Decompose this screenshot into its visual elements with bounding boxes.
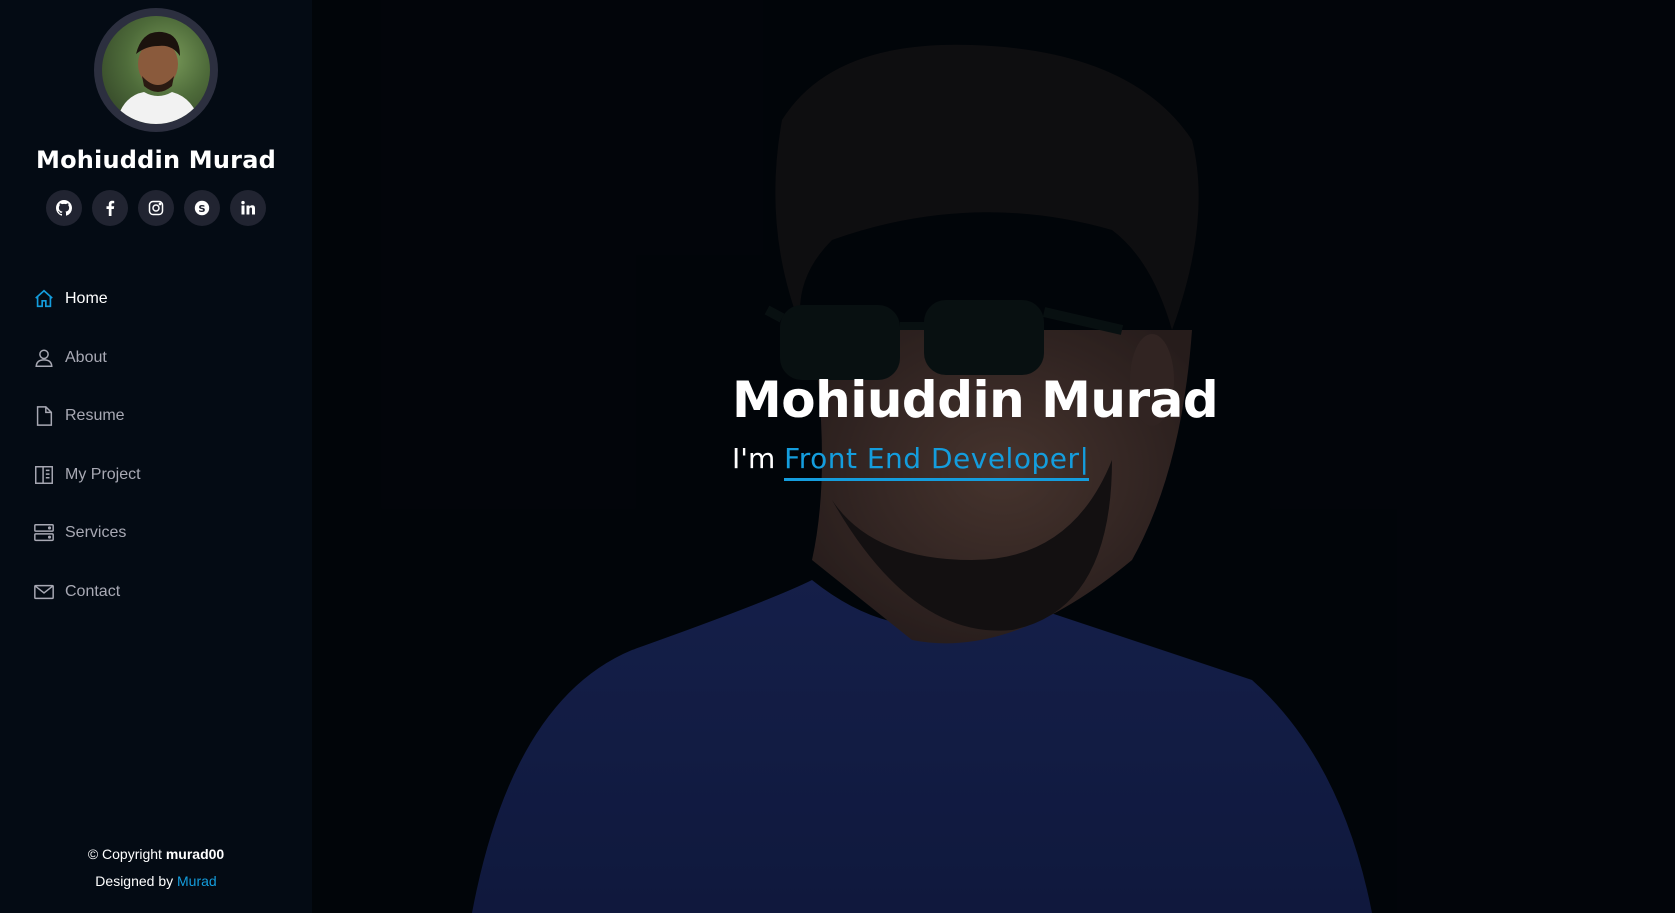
hero-content: Mohiuddin Murad I'm Front End Developer| xyxy=(732,368,1219,481)
nav-item-my-project[interactable]: My Project xyxy=(32,446,312,505)
hero-title: Mohiuddin Murad xyxy=(732,371,1219,429)
github-link[interactable] xyxy=(46,190,82,226)
main-nav: Home About Resume My Project Services Co… xyxy=(0,270,312,621)
facebook-icon xyxy=(106,200,115,216)
file-icon xyxy=(32,404,56,428)
facebook-link[interactable] xyxy=(92,190,128,226)
sidebar-footer: © Copyright murad00 Designed by Murad xyxy=(0,841,312,895)
book-icon xyxy=(32,463,56,487)
linkedin-link[interactable] xyxy=(230,190,266,226)
profile-name: Mohiuddin Murad xyxy=(36,146,276,174)
hero-section: Mohiuddin Murad I'm Front End Developer| xyxy=(312,0,1675,913)
skype-icon: S xyxy=(194,200,210,216)
nav-label-resume: Resume xyxy=(65,407,125,425)
linkedin-icon xyxy=(241,200,255,215)
home-icon xyxy=(32,287,56,311)
nav-label-my-project: My Project xyxy=(65,465,141,483)
instagram-link[interactable] xyxy=(138,190,174,226)
hero-sub-prefix: I'm xyxy=(732,442,785,475)
sidebar: Mohiuddin Murad S Home About Resume My P… xyxy=(0,0,312,913)
svg-text:S: S xyxy=(198,204,205,215)
nav-item-about[interactable]: About xyxy=(32,329,312,388)
instagram-icon xyxy=(148,200,164,216)
profile-avatar xyxy=(94,8,218,132)
envelope-icon xyxy=(32,580,56,604)
nav-label-home: Home xyxy=(65,290,108,308)
credits: Designed by Murad xyxy=(0,868,312,895)
copyright: © Copyright murad00 xyxy=(0,841,312,868)
person-icon xyxy=(32,346,56,370)
nav-item-home[interactable]: Home xyxy=(32,270,312,329)
designed-prefix: Designed by xyxy=(95,873,178,889)
nav-label-about: About xyxy=(65,348,107,366)
server-icon xyxy=(32,521,56,545)
typed-role: Front End Developer| xyxy=(784,442,1090,481)
nav-label-contact: Contact xyxy=(65,582,121,600)
nav-item-resume[interactable]: Resume xyxy=(32,387,312,446)
designer-link[interactable]: Murad xyxy=(177,873,217,889)
nav-label-services: Services xyxy=(65,524,127,542)
nav-item-contact[interactable]: Contact xyxy=(32,563,312,622)
hero-subtitle: I'm Front End Developer| xyxy=(732,442,1218,481)
skype-link[interactable]: S xyxy=(184,190,220,226)
github-icon xyxy=(56,200,72,216)
copyright-name: murad00 xyxy=(165,846,225,862)
copyright-prefix: © Copyright xyxy=(87,846,166,862)
social-links: S xyxy=(46,190,266,226)
nav-item-services[interactable]: Services xyxy=(32,504,312,563)
